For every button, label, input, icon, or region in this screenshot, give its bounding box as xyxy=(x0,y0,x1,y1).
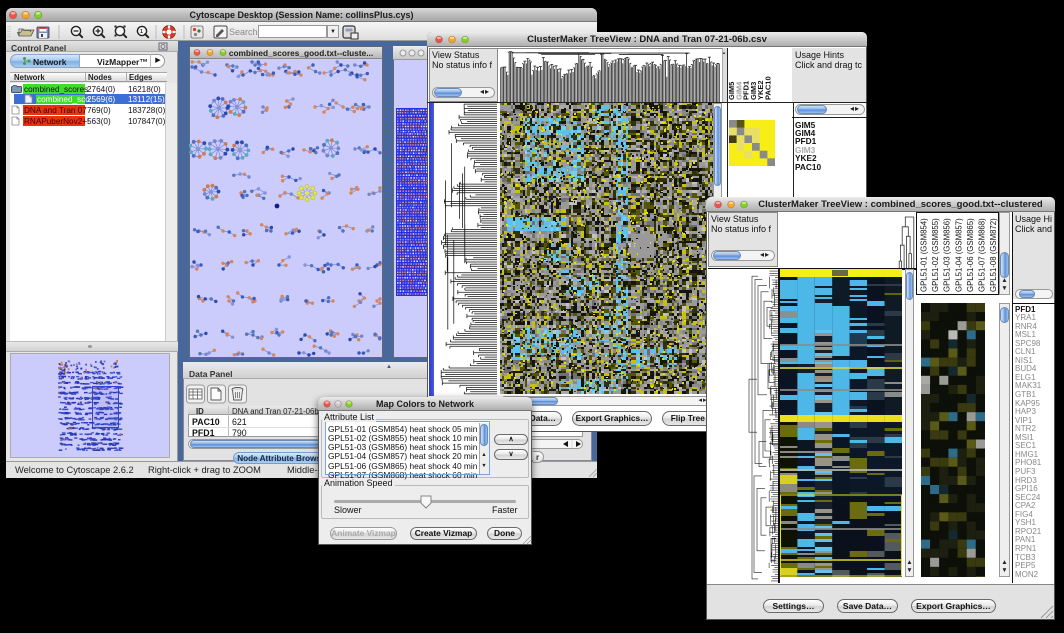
svg-text:GPL51-02 (GSM855): GPL51-02 (GSM855) xyxy=(931,218,940,292)
svg-text:GPL51-01 (GSM854): GPL51-01 (GSM854) xyxy=(920,218,929,292)
svg-text:GPL51-06 (GSM865): GPL51-06 (GSM865) xyxy=(966,218,975,292)
svg-text:GPL51-04 (GSM857): GPL51-04 (GSM857) xyxy=(954,218,963,292)
svg-text:GPL51-03 (GSM856): GPL51-03 (GSM856) xyxy=(943,218,952,292)
svg-text:GPL51-08 (GSM872): GPL51-08 (GSM872) xyxy=(989,218,998,292)
svg-text:1: 1 xyxy=(140,29,143,35)
svg-text:GPL51-07 (GSM868): GPL51-07 (GSM868) xyxy=(978,218,987,292)
svg-text:PAC10: PAC10 xyxy=(764,76,773,100)
